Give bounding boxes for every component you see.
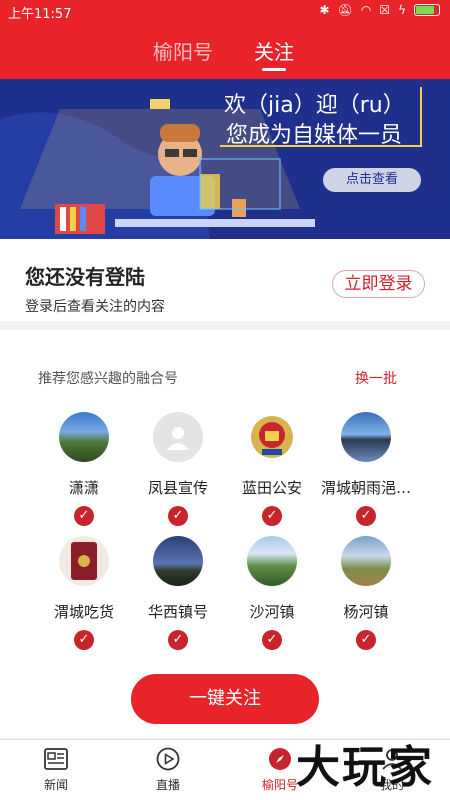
refresh-button[interactable]: 换一批 xyxy=(355,368,397,388)
check-icon[interactable]: ✓ xyxy=(262,630,282,650)
account-avatar xyxy=(341,412,391,462)
app-header: 上午11:57 ✱ 🔕︎ ◠ ☒ ϟ 榆阳号 关注 xyxy=(0,0,450,79)
login-button[interactable]: 立即登录 xyxy=(332,270,425,298)
account-name: 杨河镇 xyxy=(343,603,389,621)
account-avatar xyxy=(247,536,297,586)
login-card: 您还没有登陆 登录后查看关注的内容 立即登录 xyxy=(0,239,450,321)
account-avatar xyxy=(341,536,391,586)
police-badge-icon xyxy=(251,416,293,458)
recommend-title: 推荐您感兴趣的融合号 xyxy=(38,371,178,387)
status-time: 上午11:57 xyxy=(8,7,72,22)
account-item[interactable]: 杨河镇 ✓ xyxy=(311,536,421,650)
bluetooth-icon: ✱ xyxy=(319,3,330,17)
news-icon xyxy=(43,746,69,772)
sim-icon: ☒ xyxy=(379,3,391,17)
battery-icon xyxy=(414,4,440,16)
recommend-section: 推荐您感兴趣的融合号 换一批 潇潇 ✓ 凤县宣传 ✓ 蓝田公安 ✓ 渭城朝雨浥…… xyxy=(0,330,450,738)
mute-icon: 🔕︎ xyxy=(337,3,353,17)
check-icon[interactable]: ✓ xyxy=(168,630,188,650)
check-icon[interactable]: ✓ xyxy=(168,506,188,526)
account-name: 渭城朝雨浥… xyxy=(320,479,411,497)
watermark-logo: 大玩家 xyxy=(296,742,434,793)
account-avatar xyxy=(153,536,203,586)
account-item[interactable]: 渭城朝雨浥… ✓ xyxy=(311,412,421,526)
banner-subheadline: 您成为自媒体一员 xyxy=(226,123,403,148)
status-bar: 上午11:57 ✱ 🔕︎ ◠ ☒ ϟ xyxy=(0,0,450,24)
compass-icon xyxy=(267,746,293,772)
check-icon[interactable]: ✓ xyxy=(356,630,376,650)
nav-item-news[interactable]: 新闻 xyxy=(26,746,86,793)
account-avatar xyxy=(247,412,297,462)
check-icon[interactable]: ✓ xyxy=(74,506,94,526)
nav-item-live[interactable]: 直播 xyxy=(138,746,198,793)
header-tabs: 榆阳号 关注 xyxy=(0,36,450,76)
check-icon[interactable]: ✓ xyxy=(356,506,376,526)
banner-view-button[interactable]: 点击查看 xyxy=(323,168,421,192)
account-avatar xyxy=(59,536,109,586)
login-title: 您还没有登陆 xyxy=(25,265,145,289)
charging-icon: ϟ xyxy=(398,3,406,17)
active-tab-indicator xyxy=(262,68,286,71)
check-icon[interactable]: ✓ xyxy=(262,506,282,526)
account-avatar xyxy=(59,412,109,462)
default-avatar-icon xyxy=(167,427,189,450)
nav-label: 榆阳号 xyxy=(261,778,298,792)
tab-yuyang[interactable]: 榆阳号 xyxy=(153,36,213,65)
account-avatar xyxy=(153,412,203,462)
check-icon[interactable]: ✓ xyxy=(74,630,94,650)
wifi-icon: ◠ xyxy=(360,3,372,17)
play-icon xyxy=(155,746,181,772)
follow-all-button[interactable]: 一键关注 xyxy=(131,674,319,724)
status-icons: ✱ 🔕︎ ◠ ☒ ϟ xyxy=(320,3,440,17)
promo-banner[interactable]: 欢（jia）迎（ru） 您成为自媒体一员 点击查看 xyxy=(0,79,450,239)
nav-label: 直播 xyxy=(155,778,180,792)
login-subtitle: 登录后查看关注的内容 xyxy=(25,299,165,315)
passport-icon xyxy=(71,542,97,580)
nav-label: 新闻 xyxy=(43,778,68,792)
banner-headline: 欢（jia）迎（ru） xyxy=(224,93,405,118)
tab-follow[interactable]: 关注 xyxy=(254,36,294,65)
